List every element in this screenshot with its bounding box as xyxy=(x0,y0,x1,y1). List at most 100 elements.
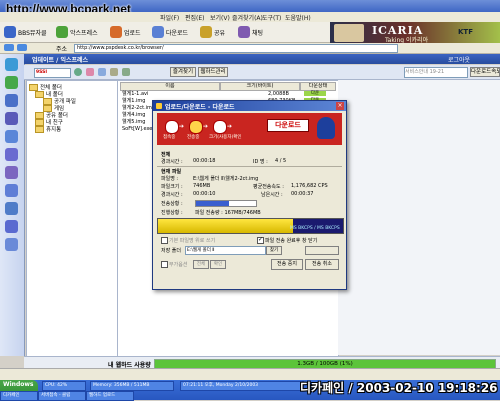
side-check-icon[interactable] xyxy=(5,202,18,215)
main-toolbar: BBS뮤자클 악스프레스 업로드 다운로드 공유 채팅 xyxy=(0,22,330,43)
save-folder-input[interactable]: E:\웹게 폴더 Ⅱ xyxy=(185,246,266,255)
folder-icon[interactable] xyxy=(110,68,118,76)
upload-icon[interactable] xyxy=(86,68,94,76)
side-game-icon[interactable] xyxy=(5,130,18,143)
toolbar-label: 공유 xyxy=(214,29,226,37)
count-value: 4 / 5 xyxy=(275,158,287,164)
progress-label: 진행상황 : xyxy=(161,210,183,216)
arrow-icon: ➔ xyxy=(203,123,209,130)
file-row-name[interactable]: 웰게2-2ct.img xyxy=(122,105,155,111)
mascot-icon xyxy=(317,117,335,139)
download-icon[interactable] xyxy=(98,68,106,76)
speed-test-button[interactable]: 다운로드속도테스트 xyxy=(470,67,500,77)
file-label: 파일명 : xyxy=(161,176,179,182)
menu-help[interactable]: 도움말(H) xyxy=(285,13,311,22)
banner-brand: KTF xyxy=(458,28,473,36)
cancel-transfer-button[interactable]: 전송 취소 xyxy=(305,259,339,270)
side-star-icon[interactable] xyxy=(5,148,18,161)
toolbar-label: 업로드 xyxy=(124,29,141,37)
elapsed2-label: 경과시간 : xyxy=(161,192,183,198)
option-ok-button[interactable]: 확인 xyxy=(210,260,226,269)
open-folder-button[interactable] xyxy=(305,246,339,255)
side-book-icon[interactable] xyxy=(5,166,18,179)
file-row-name[interactable]: 웰게5.img xyxy=(122,119,145,125)
tree-label: 휴지통 xyxy=(46,127,62,133)
option-all-button[interactable]: 전체 xyxy=(193,260,209,269)
refresh-icon[interactable] xyxy=(122,68,130,76)
toolbar-express-button[interactable]: 악스프레스 xyxy=(56,25,98,39)
forward-icon[interactable] xyxy=(17,44,27,51)
column-header-name[interactable]: 이름 xyxy=(120,82,220,91)
side-home-icon[interactable] xyxy=(5,58,18,71)
banner-ad[interactable]: ICARIA Taking 이카리아 KTF xyxy=(330,22,500,44)
taskbar-cpu[interactable]: CPU: 42% xyxy=(42,381,86,391)
file-progress-bar xyxy=(195,200,257,207)
side-music-icon[interactable] xyxy=(5,94,18,107)
section-total-heading: 전체 xyxy=(161,152,171,158)
side-express-icon[interactable] xyxy=(5,76,18,89)
search-input[interactable]: 9SSI xyxy=(34,68,71,78)
service-info-box: 서비스안내 19-21 xyxy=(404,67,468,78)
home-icon xyxy=(4,26,16,38)
file-row-name[interactable]: 웰게1.img xyxy=(122,98,145,104)
menu-tools[interactable]: 도구(T) xyxy=(262,13,281,22)
file-row-name[interactable]: 웰게1-1.avi xyxy=(122,91,148,97)
menu-edit[interactable]: 편집(E) xyxy=(185,13,205,22)
toolbar-download-button[interactable]: 다운로드 xyxy=(152,25,188,39)
file-row-name[interactable]: 웰게4.img xyxy=(122,112,145,118)
toolbar-home-button[interactable]: BBS뮤자클 xyxy=(4,25,47,39)
app-icon xyxy=(156,103,162,109)
manage-button[interactable]: 웹하드관리 xyxy=(198,67,228,77)
menu-file[interactable]: 파일(F) xyxy=(160,13,179,22)
file-row-status: 다운 xyxy=(304,91,326,96)
step-label: 접속중 xyxy=(163,135,176,140)
photo-watermark: 디카페인 / 2003-02-10 19:18:26 xyxy=(300,381,498,395)
search-go-icon[interactable] xyxy=(74,68,82,76)
side-chat-icon[interactable] xyxy=(5,184,18,197)
toolbar-upload-button[interactable]: 업로드 xyxy=(110,25,141,39)
column-header-size[interactable]: 크기(바이트) xyxy=(220,82,300,91)
favorites-button[interactable]: 즐겨찾기 xyxy=(170,67,196,77)
arrow-icon: ➔ xyxy=(179,123,185,130)
toolbar-chat-button[interactable]: 채팅 xyxy=(238,25,263,39)
menu-favorites[interactable]: 즐겨찾기(A) xyxy=(232,13,263,22)
column-header-status[interactable]: 다운상태 xyxy=(300,82,336,91)
taskbar-clock[interactable]: 07:21:11 오후, Monday 2/10/2003 xyxy=(180,381,304,391)
logout-link[interactable]: 로그아웃 xyxy=(448,55,470,64)
option-checkbox[interactable] xyxy=(161,261,168,268)
transfer-dialog: 업로드/다운로드 - 다운로드 × ➔ ➔ ➔ 접속중 전송중 크기(사용자)확… xyxy=(152,100,347,290)
file-row-name[interactable]: SoFt[W].exe xyxy=(122,126,152,132)
trash-icon xyxy=(35,125,44,133)
taskbar-memory[interactable]: Memory: 356MB / 511MB xyxy=(90,381,174,391)
side-launcher xyxy=(0,54,25,356)
app-header: 업데이트 / 익스프레스 로그아웃 xyxy=(24,54,500,64)
overwrite-label: 기본 파일명 위로 쓰기 xyxy=(169,238,216,244)
address-input[interactable]: http://www.pspdesk.co.kr/browser/ xyxy=(74,44,398,53)
step-label: 크기(사용자)확인 xyxy=(209,135,242,140)
stop-transfer-button[interactable]: 전송 중지 xyxy=(271,259,303,270)
side-movie-icon[interactable] xyxy=(5,112,18,125)
overwrite-checkbox[interactable] xyxy=(161,237,168,244)
app-title: 업데이트 / 익스프레스 xyxy=(32,57,89,64)
download-title-badge: 다운로드 xyxy=(267,119,309,132)
close-after-checkbox[interactable]: ✓ xyxy=(257,236,264,244)
arrow-icon: ➔ xyxy=(227,123,233,130)
tree-item[interactable]: 휴지통 xyxy=(35,125,61,133)
option-label: 부가옵션 xyxy=(169,262,188,268)
step-transfer-icon xyxy=(189,120,203,134)
browse-button[interactable]: 찾기 xyxy=(266,246,282,255)
elapsed2-value: 00:00:10 xyxy=(193,191,216,197)
back-icon[interactable] xyxy=(4,44,14,51)
folder-tree: 전체 폴더 내 폴더 공개 파일 게임 공유 폴더 내 친구 휴지통 xyxy=(26,80,118,357)
side-help-icon[interactable] xyxy=(5,238,18,251)
dialog-title: 업로드/다운로드 - 다운로드 xyxy=(165,104,235,111)
count-label: ID 명 : xyxy=(253,159,268,165)
toolbar-label: BBS뮤자클 xyxy=(18,29,47,37)
side-tools-icon[interactable] xyxy=(5,220,18,233)
size-label: 파일크기 : xyxy=(161,184,183,190)
toolbar-share-button[interactable]: 공유 xyxy=(200,25,225,39)
close-icon[interactable]: × xyxy=(336,102,344,110)
step-label: 전송중 xyxy=(187,135,200,140)
menu-view[interactable]: 보기(V) xyxy=(210,13,230,22)
elapsed-label: 경과시간 : xyxy=(161,159,183,165)
